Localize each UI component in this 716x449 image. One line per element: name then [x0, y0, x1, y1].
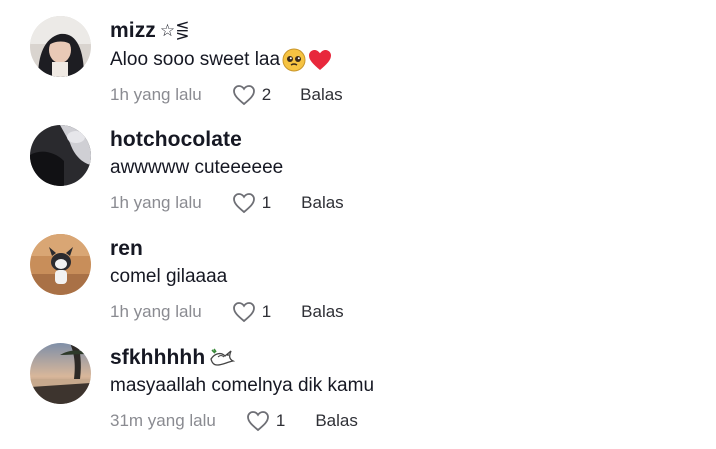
username-text: mizz [110, 19, 156, 42]
reply-button[interactable]: Balas [300, 85, 343, 105]
timestamp: 1h yang lalu [110, 85, 202, 104]
username[interactable]: mizz ☆⋚ [110, 19, 190, 43]
timestamp: 1h yang lalu [110, 193, 202, 212]
avatar[interactable] [30, 125, 91, 186]
like-count: 1 [275, 411, 286, 430]
heart-outline-icon [246, 411, 269, 432]
like-button[interactable]: 2 [232, 84, 271, 106]
avatar-image [30, 16, 91, 77]
dove-icon [209, 347, 236, 369]
like-count: 2 [261, 85, 272, 104]
like-count: 1 [261, 302, 272, 321]
comment-item: mizz ☆⋚ Aloo sooo sweet laa 1h yang lalu [0, 0, 716, 108]
comment-text-content: comel gilaaaa [110, 266, 228, 287]
red-heart-icon [308, 49, 332, 71]
pleading-face-icon [282, 48, 306, 72]
avatar-image [30, 125, 91, 186]
comment-text-content: Aloo sooo sweet laa [110, 49, 281, 70]
avatar[interactable] [30, 343, 91, 404]
comment-text: awwwww cuteeeeee [110, 157, 283, 179]
avatar-image [30, 343, 91, 404]
comment-text: masyaallah comelnya dik kamu [110, 375, 374, 397]
like-button[interactable]: 1 [232, 301, 271, 323]
comment-text-content: awwwww cuteeeeee [110, 157, 284, 178]
comment-item: sfkhhhhh masyaallah comelnya dik kamu 31… [0, 327, 716, 432]
username-text: hotchocolate [110, 128, 242, 151]
avatar[interactable] [30, 16, 91, 77]
username[interactable]: hotchocolate [110, 128, 242, 152]
like-button[interactable]: 1 [246, 410, 285, 432]
comment-text-content: masyaallah comelnya dik kamu [110, 375, 375, 396]
timestamp: 31m yang lalu [110, 411, 216, 430]
heart-outline-icon [232, 193, 255, 214]
comment-item: hotchocolate awwwww cuteeeeee 1h yang la… [0, 109, 716, 214]
like-button[interactable]: 1 [232, 192, 271, 214]
avatar-image [30, 234, 91, 295]
reply-button[interactable]: Balas [315, 411, 358, 431]
comment-meta: 31m yang lalu 1 Balas [110, 408, 358, 434]
heart-outline-icon [232, 302, 255, 323]
comment-meta: 1h yang lalu 2 Balas [110, 82, 343, 108]
username-text: ren [110, 237, 143, 260]
comment-text: Aloo sooo sweet laa [110, 48, 332, 72]
avatar[interactable] [30, 234, 91, 295]
reply-button[interactable]: Balas [301, 302, 344, 322]
comment-item: ren comel gilaaaa 1h yang lalu 1 Balas [0, 218, 716, 323]
username-text: sfkhhhhh [110, 346, 206, 369]
comment-meta: 1h yang lalu 1 Balas [110, 190, 344, 216]
username-suffix: ☆⋚ [159, 21, 190, 40]
reply-button[interactable]: Balas [301, 193, 344, 213]
comment-meta: 1h yang lalu 1 Balas [110, 299, 344, 325]
heart-outline-icon [232, 85, 255, 106]
username[interactable]: ren [110, 237, 143, 261]
timestamp: 1h yang lalu [110, 302, 202, 321]
username[interactable]: sfkhhhhh [110, 346, 236, 370]
like-count: 1 [261, 193, 272, 212]
comment-text: comel gilaaaa [110, 266, 227, 288]
